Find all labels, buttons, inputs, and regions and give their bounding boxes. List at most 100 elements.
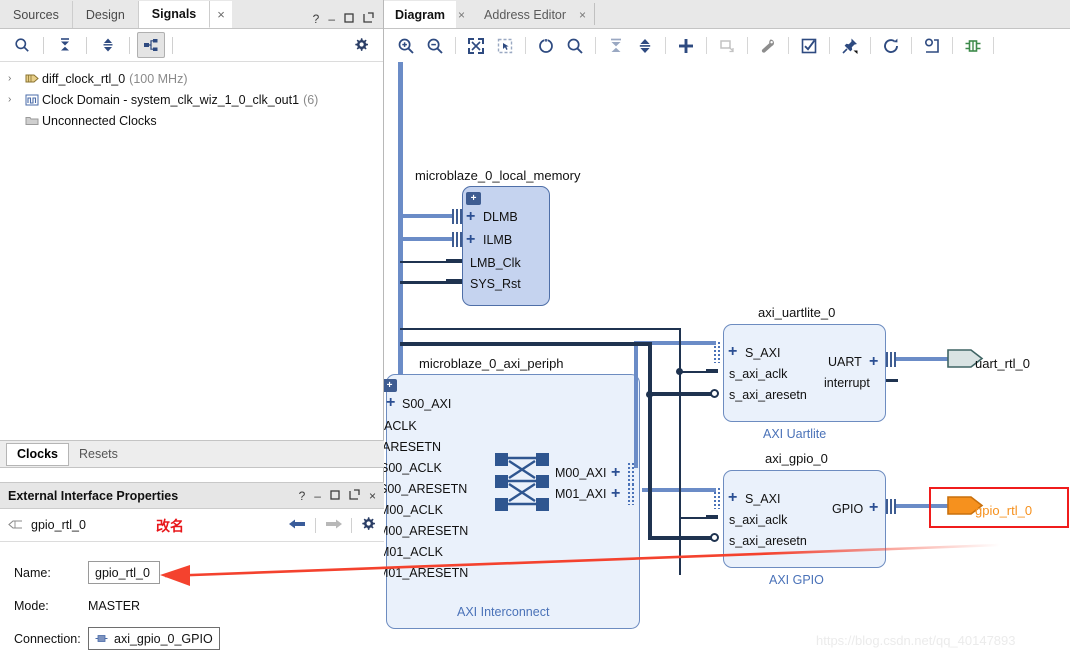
expand-all-icon[interactable] — [631, 33, 659, 59]
minimize-icon[interactable]: – — [328, 13, 335, 25]
back-arrow-icon[interactable] — [288, 517, 307, 534]
pin-aresetn[interactable]: ARESETN — [384, 440, 441, 454]
pin-uartlite-s-axi-aresetn[interactable]: s_axi_aresetn — [729, 388, 807, 402]
help-icon[interactable]: ? — [313, 13, 320, 25]
diagram-canvas[interactable]: microblaze_0_local_memory + + DLMB + ILM… — [384, 62, 1070, 659]
ilmb-plus-icon[interactable]: + — [466, 232, 475, 248]
pin-sys-rst[interactable]: SYS_Rst — [470, 277, 521, 291]
collapse-all-icon[interactable] — [602, 33, 630, 59]
field-name-label: Name: — [14, 566, 88, 580]
pin-aclk[interactable]: ACLK — [384, 419, 417, 433]
toolbar-separator — [788, 37, 789, 54]
diagram-toolbar — [384, 29, 1070, 63]
pin-uart[interactable]: UART — [828, 355, 862, 369]
tab-address-editor-close-icon[interactable]: × — [577, 1, 594, 28]
local-memory-expand-icon[interactable]: + — [466, 192, 481, 205]
name-input[interactable]: gpio_rtl_0 — [88, 561, 160, 584]
tree-item-clock-domain[interactable]: › Clock Domain - system_clk_wiz_1_0_clk_… — [0, 89, 383, 110]
pin-gpio[interactable]: GPIO — [832, 502, 863, 516]
chevron-right-icon[interactable]: › — [8, 73, 22, 84]
s00-axi-plus-icon[interactable]: + — [386, 395, 395, 411]
validate-design-icon[interactable] — [795, 33, 823, 59]
tab-diagram[interactable]: Diagram — [384, 1, 456, 28]
uart-plus-icon[interactable]: + — [869, 354, 878, 370]
pin-ilmb[interactable]: ILMB — [483, 233, 512, 247]
forward-arrow-icon[interactable] — [324, 517, 343, 534]
pin-m00-axi[interactable]: M00_AXI — [555, 466, 606, 480]
add-ip-icon[interactable] — [672, 33, 700, 59]
toolbar-separator — [43, 37, 44, 54]
zoom-out-icon[interactable] — [421, 33, 449, 59]
zoom-fit-icon[interactable] — [462, 33, 490, 59]
run-connection-automation-icon[interactable] — [754, 33, 782, 59]
maximize-icon[interactable] — [330, 489, 340, 503]
pin-dlmb[interactable]: DLMB — [483, 210, 518, 224]
m00-axi-bus-riser — [634, 341, 638, 466]
float-icon[interactable] — [363, 12, 374, 25]
expand-all-icon[interactable] — [94, 32, 122, 58]
pin-gpio-s-axi-aresetn[interactable]: s_axi_aresetn — [729, 534, 807, 548]
left-panel-tabbar: Sources Design Signals × ? – — [0, 0, 383, 29]
tree-item-unconnected-clocks[interactable]: Unconnected Clocks — [0, 110, 383, 131]
show-hierarchy-icon[interactable] — [137, 32, 165, 58]
tab-address-editor[interactable]: Address Editor — [473, 1, 577, 28]
gpio-plus-icon[interactable]: + — [869, 500, 878, 516]
search-icon[interactable] — [561, 33, 589, 59]
pin-lmb-clk[interactable]: LMB_Clk — [470, 256, 521, 270]
settings-gear-icon[interactable] — [360, 516, 376, 535]
pin-uartlite-s-axi-aclk[interactable]: s_axi_aclk — [729, 367, 787, 381]
dlmb-plus-icon[interactable]: + — [466, 209, 475, 225]
left-panel: Sources Design Signals × ? – — [0, 0, 384, 659]
highlight-icon[interactable] — [959, 33, 987, 59]
m00-axi-plus-icon[interactable]: + — [611, 465, 620, 481]
tab-diagram-close-icon[interactable]: × — [456, 1, 473, 28]
pin-gpio-s-axi-aclk[interactable]: s_axi_aclk — [729, 513, 787, 527]
tree-item-diff-clock[interactable]: › diff_clock_rtl_0 (100 MHz) — [0, 68, 383, 89]
search-icon[interactable] — [8, 32, 36, 58]
connection-chip[interactable]: axi_gpio_0_GPIO — [88, 627, 220, 650]
settings-gear-icon[interactable] — [347, 32, 375, 58]
uartlite-saxi-plus-icon[interactable]: + — [728, 344, 737, 360]
axi-periph-expand-icon[interactable]: + — [384, 379, 397, 392]
pin-m00-aclk[interactable]: M00_ACLK — [384, 503, 443, 517]
zoom-in-icon[interactable] — [392, 33, 420, 59]
gpio-port-selection-box — [929, 487, 1069, 528]
gpio-bus-bars — [886, 499, 896, 514]
tab-design[interactable]: Design — [73, 1, 139, 28]
close-icon[interactable]: × — [369, 489, 376, 503]
pin-m01-aclk[interactable]: M01_ACLK — [384, 545, 443, 559]
pin-gpio-s-axi[interactable]: S_AXI — [745, 492, 780, 506]
tab-clocks[interactable]: Clocks — [6, 443, 69, 466]
m01-axi-plus-icon[interactable]: + — [611, 486, 620, 502]
float-icon[interactable] — [349, 489, 360, 503]
pin-m01-axi[interactable]: M01_AXI — [555, 487, 606, 501]
optimize-routing-icon[interactable] — [918, 33, 946, 59]
maximize-icon[interactable] — [344, 13, 354, 25]
pin-s00-axi[interactable]: S00_AXI — [402, 397, 451, 411]
tab-sources[interactable]: Sources — [0, 1, 73, 28]
regenerate-layout-icon[interactable] — [877, 33, 905, 59]
toolbar-separator — [129, 37, 130, 54]
pin-icon[interactable] — [836, 33, 864, 59]
pin-m01-aresetn[interactable]: M01_ARESETN — [384, 566, 468, 580]
tab-signals-close-icon[interactable]: × — [210, 1, 232, 28]
pin-m00-aresetn[interactable]: M00_ARESETN — [384, 524, 468, 538]
chevron-right-icon[interactable]: › — [8, 94, 22, 105]
minimize-icon[interactable]: – — [314, 489, 321, 503]
gpio-saxi-plus-icon[interactable]: + — [728, 490, 737, 506]
properties-nav-buttons — [288, 516, 376, 535]
help-icon[interactable]: ? — [299, 489, 306, 503]
toolbar-separator — [829, 37, 830, 54]
zoom-area-icon[interactable] — [491, 33, 519, 59]
pin-s00-aclk[interactable]: S00_ACLK — [384, 461, 442, 475]
collapse-all-icon[interactable] — [51, 32, 79, 58]
pin-uartlite-s-axi[interactable]: S_AXI — [745, 346, 780, 360]
pin-interrupt[interactable]: interrupt — [824, 376, 870, 390]
add-module-icon[interactable] — [713, 33, 741, 59]
pin-s00-aresetn[interactable]: S00_ARESETN — [384, 482, 467, 496]
tab-signals-label: Signals — [152, 7, 196, 21]
axi-gpio-subtitle: AXI GPIO — [769, 573, 824, 587]
tab-resets[interactable]: Resets — [69, 444, 128, 465]
tab-signals[interactable]: Signals — [139, 1, 210, 28]
refresh-layout-icon[interactable] — [532, 33, 560, 59]
